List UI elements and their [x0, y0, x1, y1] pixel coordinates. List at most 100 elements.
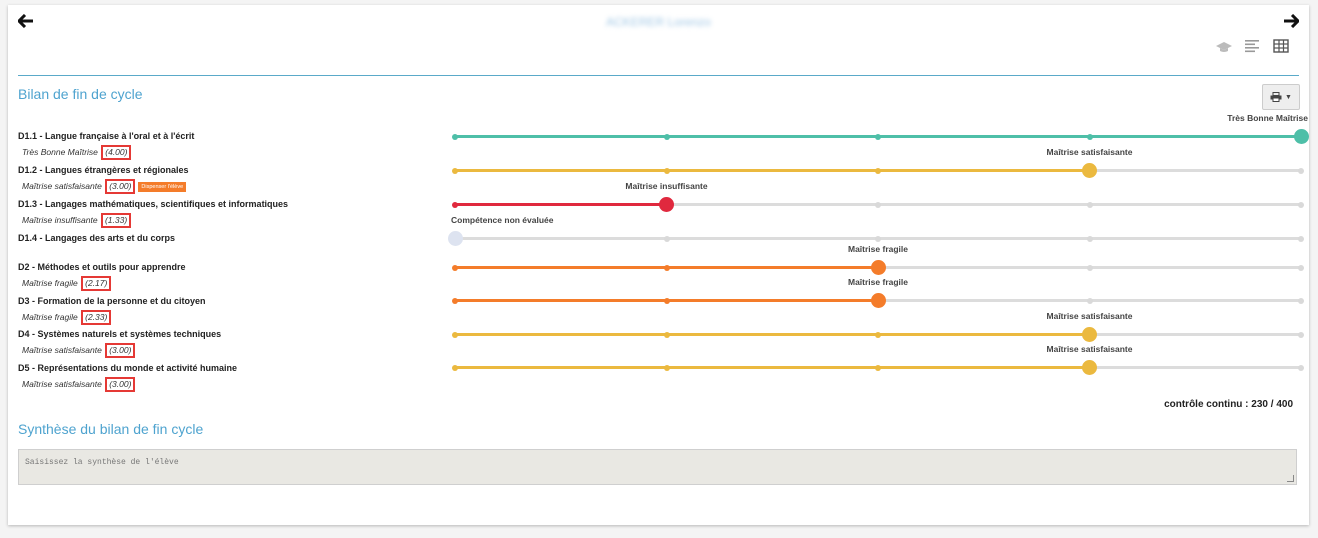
domain-score: Très Bonne Maîtrise (4.00) [22, 145, 132, 160]
printer-icon [1270, 92, 1282, 102]
domain-score: Maîtrise fragile (2.17) [22, 276, 112, 291]
level-slider[interactable]: Maîtrise satisfaisante [452, 344, 1304, 375]
level-text: Maîtrise fragile [22, 312, 81, 322]
slider-step[interactable] [663, 133, 670, 140]
slider-handle[interactable] [1082, 327, 1097, 342]
level-text: Maîtrise insuffisante [22, 215, 100, 225]
level-slider[interactable]: Maîtrise fragile [452, 277, 1304, 308]
slider-step[interactable] [1298, 264, 1304, 271]
domain-score: Maîtrise insuffisante (1.33) [22, 213, 132, 228]
score-value: (2.17) [81, 276, 112, 291]
level-text: Maîtrise fragile [22, 278, 81, 288]
level-label: Maîtrise satisfaisante [1046, 311, 1133, 321]
domain-label: D1.3 - Langages mathématiques, scientifi… [18, 199, 289, 209]
slider-step[interactable] [452, 264, 458, 271]
level-slider[interactable]: Maîtrise satisfaisante [452, 311, 1304, 342]
domain-score: Maîtrise fragile (2.33) [22, 310, 112, 325]
synthese-textarea[interactable]: Saisissez la synthèse de l'élève [18, 449, 1297, 485]
score-value: (4.00) [101, 145, 132, 160]
domain-label: D2 - Méthodes et outils pour apprendre [18, 262, 186, 272]
slider-step[interactable] [1086, 201, 1093, 208]
slider-step[interactable] [1298, 331, 1304, 338]
level-label: Très Bonne Maîtrise [1227, 113, 1308, 123]
level-label: Compétence non évaluée [451, 215, 554, 225]
slider-step[interactable] [1298, 297, 1304, 304]
score-value: (3.00) [105, 343, 136, 358]
slider-handle[interactable] [870, 260, 886, 275]
level-text: Très Bonne Maîtrise [22, 147, 101, 157]
slider-handle[interactable] [1082, 163, 1097, 178]
slider-handle[interactable] [659, 197, 674, 212]
slider-step[interactable] [1298, 235, 1304, 242]
slider-step[interactable] [663, 297, 670, 304]
score-value: (1.33) [100, 213, 132, 228]
level-text: Maîtrise satisfaisante [22, 345, 105, 355]
score-value: (3.00) [105, 377, 136, 392]
level-label: Maîtrise fragile [848, 277, 908, 287]
slider-step[interactable] [1298, 167, 1304, 174]
domain-label: D5 - Représentations du monde et activit… [18, 363, 238, 373]
level-slider[interactable]: Maîtrise fragile [452, 244, 1304, 275]
slider-handle[interactable] [1293, 129, 1309, 144]
slider-step[interactable] [1086, 297, 1093, 304]
slider-step[interactable] [663, 331, 670, 338]
slider-step[interactable] [452, 297, 458, 304]
level-slider[interactable]: Très Bonne Maîtrise [452, 113, 1309, 144]
slider-step[interactable] [875, 167, 881, 174]
domain-score: Maîtrise satisfaisante (3.00) [22, 377, 136, 392]
caret-down-icon: ▼ [1285, 93, 1292, 101]
slider-step[interactable] [663, 364, 670, 371]
slider-step[interactable] [452, 201, 458, 208]
domain-label: D1.4 - Langages des arts et du corps [18, 233, 176, 243]
table-icon[interactable] [1273, 39, 1289, 53]
level-slider[interactable]: Maîtrise satisfaisante [452, 147, 1304, 178]
slider-step[interactable] [663, 235, 670, 242]
slider-step[interactable] [452, 364, 458, 371]
score-value: (2.33) [81, 310, 112, 325]
dispenser-button[interactable]: Dispenser l'élève [138, 182, 187, 192]
synthese-title: Synthèse du bilan de fin cycle [18, 421, 204, 437]
slider-fill [455, 203, 667, 206]
domain-score: Maîtrise satisfaisante (3.00) [22, 343, 136, 358]
header-divider [18, 75, 1299, 76]
level-slider[interactable]: Maîtrise insuffisante [452, 181, 1304, 212]
score-value: (3.00) [105, 179, 136, 194]
slider-step[interactable] [875, 331, 881, 338]
slider-handle[interactable] [870, 293, 886, 308]
slider-step[interactable] [1298, 364, 1304, 371]
resize-handle[interactable] [1287, 475, 1294, 482]
slider-step[interactable] [663, 264, 670, 271]
bilan-card: ACKERER Lorenzo Bilan de fin de cycle ▼ … [8, 5, 1309, 525]
graduation-cap-icon[interactable] [1216, 40, 1232, 54]
slider-step[interactable] [452, 167, 458, 174]
controle-continu-total: contrôle continu : 230 / 400 [1164, 399, 1293, 410]
bilan-title: Bilan de fin de cycle [18, 86, 143, 102]
domain-label: D4 - Systèmes naturels et systèmes techn… [18, 329, 222, 339]
slider-step[interactable] [1086, 264, 1093, 271]
slider-handle[interactable] [447, 231, 463, 246]
slider-step[interactable] [452, 331, 458, 338]
slider-step[interactable] [1086, 133, 1093, 140]
slider-step[interactable] [663, 167, 670, 174]
domain-score: Maîtrise satisfaisante (3.00) Dispenser l… [22, 179, 187, 194]
student-name: ACKERER Lorenzo [606, 15, 711, 29]
level-label: Maîtrise satisfaisante [1046, 344, 1133, 354]
slider-step[interactable] [875, 235, 881, 242]
slider-step[interactable] [875, 201, 881, 208]
slider-step[interactable] [1086, 235, 1093, 242]
slider-step[interactable] [1298, 201, 1304, 208]
level-slider[interactable]: Compétence non évaluée [447, 215, 1304, 246]
arrow-right-icon[interactable] [1283, 12, 1301, 32]
slider-fill [455, 333, 1090, 336]
level-label: Maîtrise satisfaisante [1046, 147, 1133, 157]
print-button[interactable]: ▼ [1262, 84, 1300, 110]
level-label: Maîtrise insuffisante [625, 181, 708, 191]
slider-step[interactable] [452, 133, 458, 140]
slider-fill [455, 366, 1090, 369]
align-left-icon[interactable] [1244, 39, 1260, 53]
slider-handle[interactable] [1082, 360, 1097, 375]
slider-step[interactable] [875, 133, 881, 140]
domain-label: D1.1 - Langue française à l'oral et à l'… [18, 131, 195, 141]
level-label: Maîtrise fragile [848, 244, 908, 254]
slider-step[interactable] [875, 364, 881, 371]
